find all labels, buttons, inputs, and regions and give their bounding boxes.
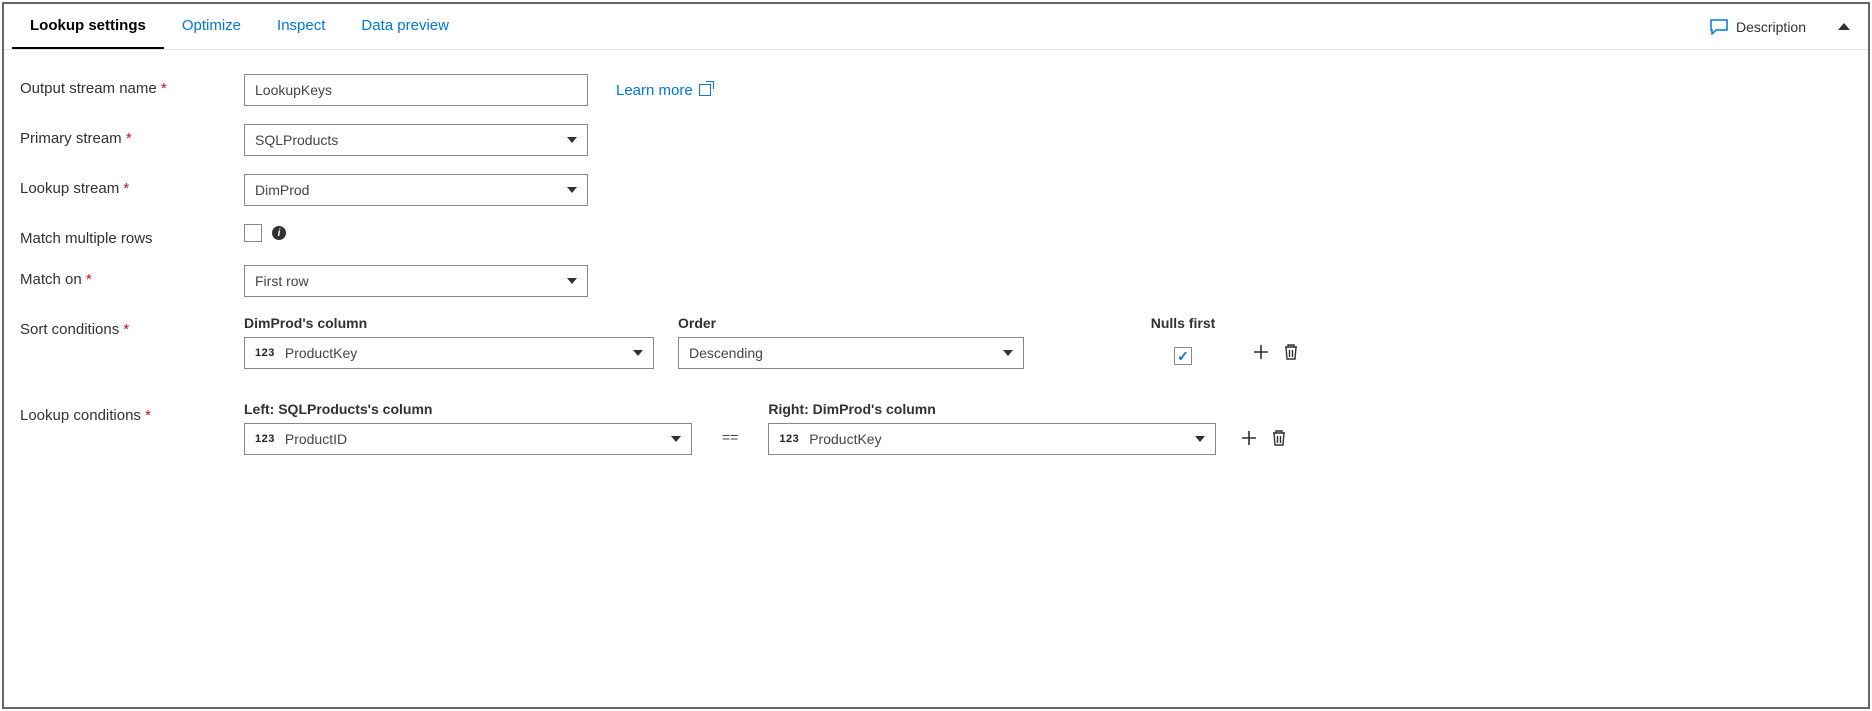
select-value: ProductKey [285, 345, 357, 361]
chevron-down-icon [633, 350, 643, 356]
comment-icon [1710, 19, 1728, 35]
lookup-left-select[interactable]: 123 ProductID [244, 423, 692, 455]
lookup-right-header: Right: DimProd's column [768, 401, 1216, 417]
type-badge: 123 [255, 433, 275, 445]
nulls-first-checkbox[interactable] [1174, 347, 1192, 365]
sort-column-select[interactable]: 123 ProductKey [244, 337, 654, 369]
chevron-down-icon [1003, 350, 1013, 356]
sort-order-select[interactable]: Descending [678, 337, 1024, 369]
label-lookup-conditions: Lookup conditions [20, 401, 244, 424]
collapse-icon[interactable] [1838, 23, 1850, 30]
input-value: LookupKeys [255, 82, 332, 98]
label-match-multiple-rows: Match multiple rows [20, 224, 244, 247]
tab-inspect[interactable]: Inspect [259, 5, 343, 49]
tab-data-preview[interactable]: Data preview [343, 5, 467, 49]
add-lookup-condition-button[interactable] [1240, 429, 1258, 447]
match-on-select[interactable]: First row [244, 265, 588, 297]
tab-lookup-settings[interactable]: Lookup settings [12, 5, 164, 49]
tab-optimize[interactable]: Optimize [164, 5, 259, 49]
chevron-down-icon [567, 278, 577, 284]
sort-nulls-header: Nulls first [1151, 315, 1216, 331]
label-primary-stream: Primary stream [20, 124, 244, 147]
tab-label: Optimize [182, 17, 241, 34]
lookup-left-header: Left: SQLProducts's column [244, 401, 692, 417]
tab-label: Lookup settings [30, 17, 146, 34]
select-value: ProductID [285, 431, 347, 447]
info-icon[interactable]: i [272, 226, 286, 240]
primary-stream-select[interactable]: SQLProducts [244, 124, 588, 156]
learn-more-link[interactable]: Learn more [616, 82, 711, 99]
lookup-right-select[interactable]: 123 ProductKey [768, 423, 1216, 455]
label-output-stream-name: Output stream name [20, 74, 244, 97]
sort-order-header: Order [678, 315, 1024, 331]
chevron-down-icon [567, 187, 577, 193]
external-link-icon [699, 84, 711, 96]
chevron-down-icon [567, 137, 577, 143]
chevron-down-icon [671, 436, 681, 442]
tab-label: Data preview [361, 17, 449, 34]
label-lookup-stream: Lookup stream [20, 174, 244, 197]
match-multiple-rows-checkbox[interactable] [244, 224, 262, 242]
add-sort-condition-button[interactable] [1252, 343, 1270, 361]
type-badge: 123 [255, 347, 275, 359]
equals-operator: == [716, 429, 744, 445]
select-value: First row [255, 273, 309, 289]
delete-lookup-condition-button[interactable] [1270, 429, 1288, 447]
form-body: Output stream name LookupKeys Learn more… [4, 50, 1868, 497]
label-match-on: Match on [20, 265, 244, 288]
delete-sort-condition-button[interactable] [1282, 343, 1300, 361]
lookup-stream-select[interactable]: DimProd [244, 174, 588, 206]
select-value: SQLProducts [255, 132, 338, 148]
select-value: Descending [689, 345, 763, 361]
select-value: ProductKey [809, 431, 881, 447]
sort-column-header: DimProd's column [244, 315, 654, 331]
chevron-down-icon [1195, 436, 1205, 442]
tab-bar: Lookup settings Optimize Inspect Data pr… [4, 4, 1868, 50]
description-link[interactable]: Description [1736, 19, 1806, 35]
select-value: DimProd [255, 182, 309, 198]
type-badge: 123 [779, 433, 799, 445]
link-text: Learn more [616, 82, 693, 99]
label-sort-conditions: Sort conditions [20, 315, 244, 338]
tab-label: Inspect [277, 17, 325, 34]
output-stream-name-input[interactable]: LookupKeys [244, 74, 588, 106]
